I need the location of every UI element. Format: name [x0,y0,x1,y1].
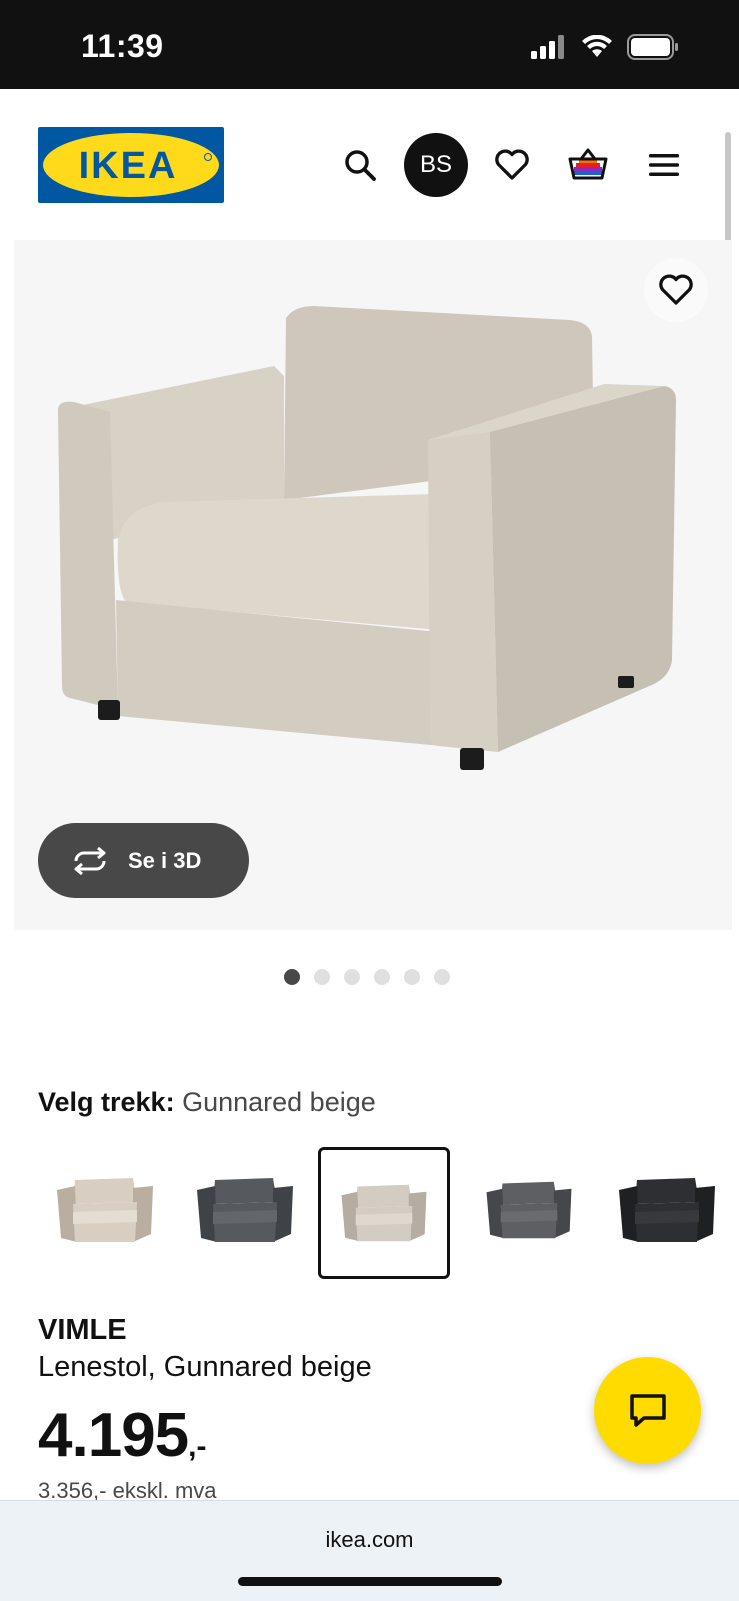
home-indicator[interactable] [238,1577,502,1586]
cover-option[interactable] [182,1147,308,1273]
carousel-dot[interactable] [404,969,420,985]
wifi-icon [582,35,612,57]
menu-button[interactable] [632,133,696,197]
product-name: VIMLE [38,1314,127,1346]
price-suffix: ,- [188,1430,207,1463]
chat-button[interactable] [594,1357,701,1464]
rotate-3d-icon [74,846,106,875]
armchair-thumbnail [341,1184,427,1242]
cover-option[interactable] [604,1147,730,1273]
cover-option-selected[interactable] [318,1147,450,1279]
heart-icon [495,149,529,180]
chat-icon [629,1393,666,1427]
cover-selected-value: Gunnared beige [182,1087,376,1117]
carousel-dot[interactable] [374,969,390,985]
carousel-indicator [284,969,450,985]
cover-option[interactable] [42,1147,168,1273]
armchair-image [58,306,676,770]
armchair-thumbnail [619,1178,715,1242]
carousel-dot[interactable] [284,969,300,985]
cover-swatch-list [38,1147,739,1279]
product-description: Lenestol, Gunnared beige [38,1351,372,1383]
header-actions: BS [0,133,739,199]
favourites-button[interactable] [480,133,544,197]
save-favourite-button[interactable] [644,258,708,322]
signal-icon [531,35,564,59]
product-image-carousel[interactable]: Se i 3D [14,240,732,930]
browser-address-bar[interactable]: ikea.com [0,1500,739,1601]
heart-icon [659,274,693,305]
armchair-thumbnail [197,1178,293,1242]
battery-icon [627,34,678,60]
carousel-dot[interactable] [434,969,450,985]
cover-option[interactable] [466,1147,592,1273]
search-icon [345,150,376,181]
cover-label: Velg trekk: [38,1087,175,1117]
carousel-dot[interactable] [314,969,330,985]
avatar-initials: BS [419,151,452,178]
price-value: 4.195 [38,1401,189,1470]
product-price: 4.195,- [38,1400,206,1471]
basket-icon [568,148,608,180]
url-text[interactable]: ikea.com [0,1527,739,1553]
armchair-thumbnail [57,1178,153,1242]
account-avatar[interactable]: BS [404,133,468,197]
view-in-3d-label: Se i 3D [128,847,202,873]
armchair-thumbnail [486,1181,572,1239]
status-time: 11:39 [81,28,164,64]
cover-selection-label: Velg trekk: Gunnared beige [38,1087,376,1118]
carousel-dot[interactable] [344,969,360,985]
site-header: IKEA BS [0,89,739,239]
view-in-3d-button[interactable]: Se i 3D [38,823,249,898]
search-button[interactable] [328,133,392,197]
menu-icon [649,154,679,176]
status-icons [531,34,679,60]
shopping-basket-button[interactable] [556,133,620,197]
status-bar: 11:39 [0,0,739,89]
